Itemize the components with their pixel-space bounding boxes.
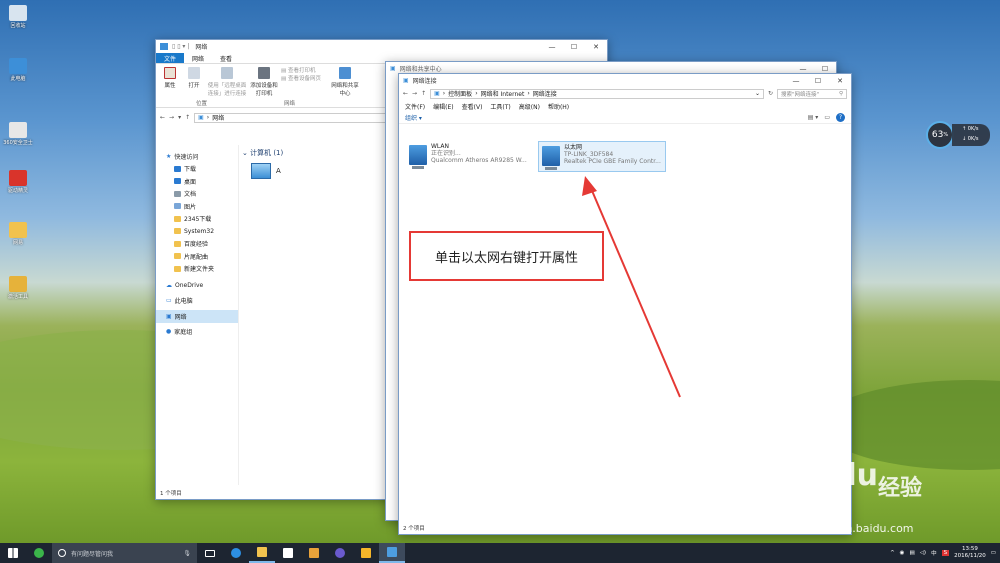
upload-speed: ↑ 0K/s	[962, 126, 979, 132]
arrow-line	[589, 185, 681, 398]
task-view-button[interactable]	[197, 543, 223, 563]
store-button[interactable]	[275, 543, 301, 563]
file-explorer-button[interactable]	[249, 543, 275, 563]
system-tray: ^ ◉ ▤ ◁) 中 S 13:59 2016/11/20 ▭	[890, 543, 996, 563]
download-speed: ↓ 0K/s	[962, 136, 979, 142]
desktop: 回收站 此电脑 360安全卫士 驱动精灵 网易 激活工具 ▯ ▯ ▾ | 网络 — ☐ ✕…	[0, 0, 1000, 543]
app-icon	[34, 548, 44, 558]
ime-indicator[interactable]: 中	[931, 549, 937, 557]
edge-icon	[231, 548, 241, 558]
app3-button[interactable]	[353, 543, 379, 563]
arrow-head	[582, 176, 597, 196]
paw-icon: ❀	[813, 462, 836, 492]
network-speed-gauge[interactable]: 63% ↑ 0K/s ↓ 0K/s	[926, 121, 992, 149]
clock[interactable]: 13:59 2016/11/20	[954, 546, 986, 560]
network-window-button[interactable]	[379, 543, 405, 563]
baidu-logo: Bai❀du	[760, 458, 879, 493]
notification-icon[interactable]: ▭	[991, 550, 996, 556]
windows-logo-icon	[8, 548, 18, 558]
chevron-up-icon[interactable]: ^	[890, 550, 895, 556]
task-view-icon	[205, 549, 215, 557]
browser-button[interactable]	[327, 543, 353, 563]
app2-button[interactable]	[301, 543, 327, 563]
network-tray-icon[interactable]: ▤	[909, 550, 914, 556]
network-icon	[387, 547, 397, 557]
store-icon	[283, 548, 293, 558]
microphone-icon[interactable]: 🎙	[183, 550, 191, 557]
app-button[interactable]	[26, 543, 52, 563]
tray-app-icon[interactable]: ◉	[900, 550, 905, 556]
cortana-search[interactable]: 有问题尽管问我 🎙	[52, 543, 197, 563]
volume-icon[interactable]: ◁)	[920, 550, 926, 556]
baidu-url: jingyan.baidu.com	[812, 522, 914, 535]
folder-icon	[257, 547, 267, 557]
start-button[interactable]	[0, 543, 26, 563]
baidu-jingyan-text: 经验	[878, 476, 923, 501]
app-icon	[309, 548, 319, 558]
edge-button[interactable]	[223, 543, 249, 563]
app-icon	[361, 548, 371, 558]
cortana-icon	[58, 549, 66, 557]
browser-icon	[335, 548, 345, 558]
taskbar: 有问题尽管问我 🎙 ^ ◉ ▤ ◁) 中 S 13:59 2016/11/20 …	[0, 543, 1000, 563]
sogou-icon[interactable]: S	[941, 550, 950, 556]
